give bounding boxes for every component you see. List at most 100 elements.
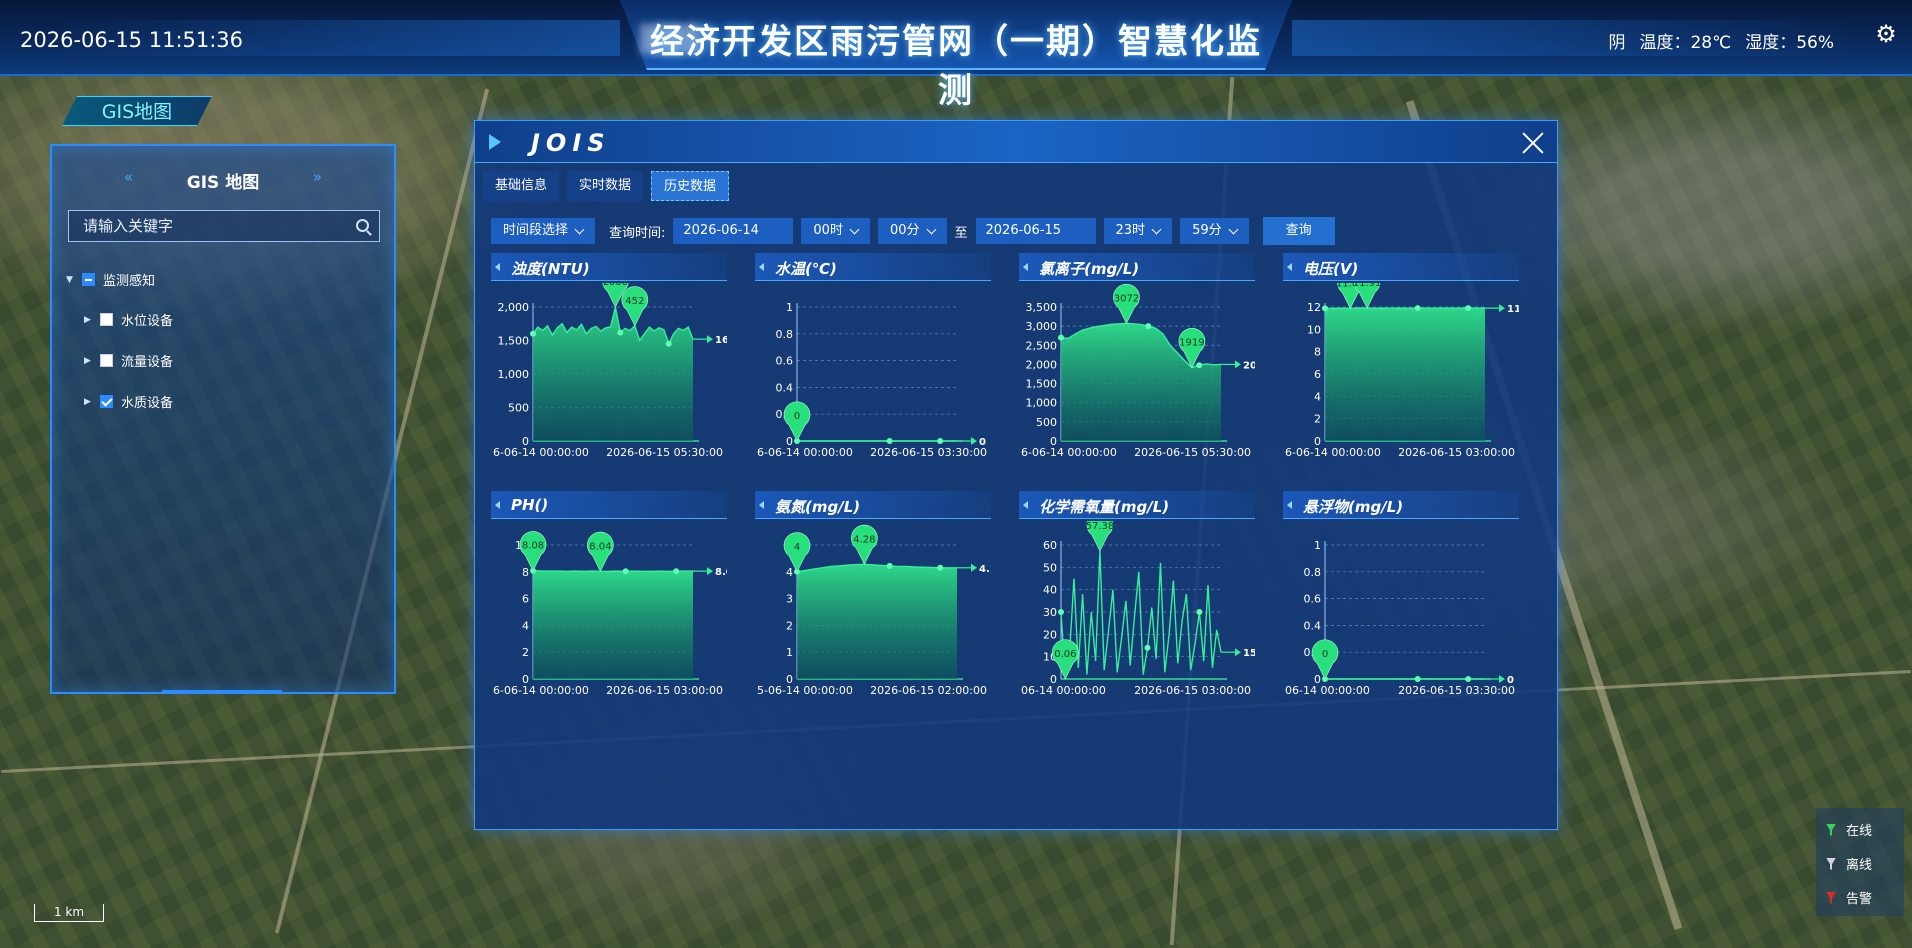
markline-arrow	[707, 335, 713, 344]
y-tick-label: 3,500	[1026, 301, 1058, 314]
close-icon[interactable]	[1521, 131, 1545, 155]
gis-map-tab[interactable]: GIS地图	[62, 96, 212, 126]
tree-node-root[interactable]: ▼ 监测感知	[66, 270, 155, 289]
caret-right-icon[interactable]: ▶	[84, 356, 96, 366]
y-tick-label: 1,500	[498, 335, 530, 348]
tree-node-flow[interactable]: ▶ 流量设备	[84, 351, 173, 370]
marker-label: 452	[625, 296, 644, 307]
chart-plot: 3,5003,0002,5002,0001,5001,0005000203072…	[1021, 283, 1255, 459]
y-tick-label: 500	[508, 402, 529, 415]
data-point	[1058, 609, 1064, 615]
y-tick-label: 0.6	[776, 355, 794, 368]
chart-plot: 5432104.144.285-06-14 00:00:002026-06-15…	[757, 524, 991, 697]
query-time-label: 查询时间:	[609, 225, 666, 241]
marker-label: 2000	[603, 283, 628, 288]
data-point	[1144, 644, 1151, 651]
x-tick-label: 6-06-14 00:00:00	[757, 446, 853, 459]
y-tick-label: 6	[522, 593, 529, 606]
weather-temperature: 温度：28℃	[1639, 33, 1732, 53]
pin-icon	[1826, 823, 1836, 836]
y-tick-label: 4	[1314, 390, 1321, 403]
markline-arrow	[1235, 648, 1241, 657]
start-minute-select[interactable]: 00分	[877, 218, 947, 244]
device-detail-modal: JOIS 基础信息 实时数据 历史数据 时间段选择 查询时间: 2026-06-…	[474, 120, 1558, 830]
caret-right-icon[interactable]: ▶	[84, 397, 96, 407]
chevron-down-icon	[574, 224, 585, 234]
end-hour-select[interactable]: 23时	[1103, 218, 1173, 244]
series-area	[797, 564, 957, 679]
y-tick-label: 1,500	[1026, 378, 1058, 391]
tab-history-data[interactable]: 历史数据	[651, 171, 730, 201]
pin-icon	[1826, 891, 1836, 904]
gear-icon[interactable]: ⚙	[1874, 22, 1898, 46]
data-point	[886, 438, 893, 444]
data-point	[1145, 323, 1152, 330]
y-tick-label: 3,000	[1026, 320, 1058, 333]
start-hour-select[interactable]: 00时	[801, 218, 870, 244]
chart-card: 电压(V)12108642011.11.8811.916-06-14 00:00…	[1283, 253, 1519, 471]
end-date-input[interactable]: 2026-06-15	[975, 218, 1096, 244]
legend-label-alarm: 告警	[1846, 892, 1873, 907]
tree-node-water-level[interactable]: ▶ 水位设备	[84, 310, 173, 329]
data-point	[1058, 334, 1064, 341]
caret-right-icon[interactable]: ▶	[84, 315, 96, 325]
data-point	[617, 329, 624, 336]
marker-label: 4	[794, 542, 800, 553]
chevron-down-icon	[926, 224, 936, 234]
search-input[interactable]: 请输入关键字	[68, 210, 380, 242]
tree-checkbox-water-quality[interactable]	[100, 395, 113, 408]
x-tick-label: 6-06-14 00:00:00	[1021, 446, 1117, 459]
legend-label-offline: 离线	[1846, 858, 1873, 873]
page-title: 经济开发区雨污管网（一期）智慧化监测	[650, 22, 1262, 111]
y-tick-label: 4	[522, 619, 529, 632]
tree-checkbox-water-level[interactable]	[100, 313, 113, 326]
chart-header-icon	[495, 501, 500, 509]
data-point	[1414, 305, 1421, 312]
chart-header-icon	[1287, 263, 1292, 271]
tree-checkbox-root[interactable]	[82, 273, 95, 286]
x-tick-label: 2026-06-15 05:30:00	[1134, 446, 1251, 459]
tab-realtime-data[interactable]: 实时数据	[567, 171, 644, 201]
end-minute-select[interactable]: 59分	[1180, 218, 1249, 244]
x-tick-label: 2026-06-15 03:00:00	[1398, 446, 1515, 459]
time-range-select-label: 时间段选择	[503, 223, 569, 238]
start-date-input[interactable]: 2026-06-14	[673, 218, 794, 244]
chart-header-icon	[759, 263, 764, 271]
x-tick-label: 2026-06-15 02:00:00	[870, 684, 987, 697]
range-separator: 至	[954, 225, 968, 241]
x-tick-label: 2026-06-15 03:00:00	[1134, 684, 1251, 697]
time-range-select[interactable]: 时间段选择	[491, 218, 596, 244]
gis-panel: « GIS 地图 » 请输入关键字 ▼ 监测感知 ▶ 水位设备 ▶ 流量设备 ▶…	[50, 144, 396, 694]
chart-card: 氨氮(mg/L)5432104.144.285-06-14 00:00:0020…	[755, 491, 991, 709]
tab-basic-info[interactable]: 基础信息	[483, 171, 560, 201]
chart-title: 化学需氧量(mg/L)	[1039, 498, 1170, 516]
y-tick-label: 40	[1043, 584, 1057, 597]
end-value-label: 15.	[1243, 648, 1255, 659]
series-line	[1060, 550, 1222, 680]
y-tick-label: 0.4	[776, 381, 794, 394]
search-icon[interactable]	[356, 219, 369, 232]
modal-tabs: 基础信息 实时数据 历史数据	[483, 171, 730, 201]
y-tick-label: 0.8	[776, 328, 794, 341]
chart-plot: 10.80.60.40.200006-14 00:00:002026-06-15…	[1285, 539, 1515, 697]
x-tick-label: 2026-06-15 03:00:00	[606, 684, 723, 697]
chart-title: 氨氮(mg/L)	[775, 498, 861, 516]
chart-title: 氯离子(mg/L)	[1039, 260, 1140, 278]
chart-title: 电压(V)	[1303, 260, 1359, 278]
y-tick-label: 1	[1314, 539, 1321, 552]
data-point	[1196, 609, 1203, 615]
marker-label: 57.38	[1086, 521, 1115, 532]
y-tick-label: 1,000	[498, 368, 530, 381]
caret-down-icon[interactable]: ▼	[66, 275, 78, 285]
legend-item-offline: 离线	[1826, 854, 1872, 873]
markline-arrow	[707, 567, 713, 576]
query-button[interactable]: 查询	[1262, 217, 1335, 245]
x-tick-label: 2026-06-15 03:30:00	[870, 446, 987, 459]
double-chevron-right-icon: »	[312, 168, 322, 186]
end-value-label: 4.1	[979, 564, 991, 575]
data-point	[1465, 305, 1472, 312]
start-hour-value: 00时	[813, 223, 843, 238]
tree-checkbox-flow[interactable]	[100, 354, 113, 367]
tree-node-water-quality[interactable]: ▶ 水质设备	[84, 392, 173, 411]
marker-label: 0	[1322, 649, 1328, 660]
